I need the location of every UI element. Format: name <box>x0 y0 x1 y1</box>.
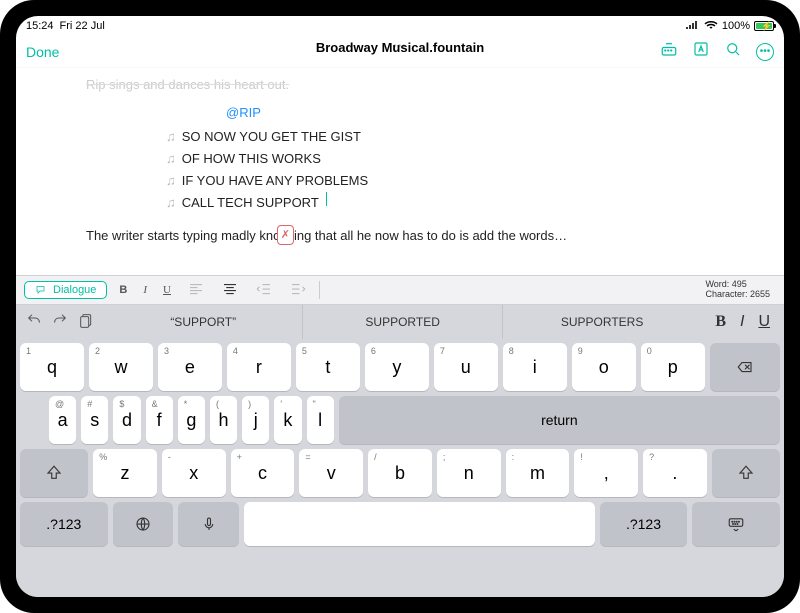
status-bar: 15:24 Fri 22 Jul 100% ⚡ <box>16 16 784 36</box>
align-left-button[interactable] <box>183 280 209 301</box>
key-.[interactable]: ?. <box>643 449 707 497</box>
onscreen-keyboard: 1q2w3e4r5t6y7u8i9o0p @a#s$d&f*g(h)j'k"l … <box>16 339 784 597</box>
kbd-italic-button[interactable]: I <box>740 313 744 331</box>
suggestion-2[interactable]: SUPPORTED <box>302 305 501 339</box>
text-style-icon[interactable] <box>692 40 710 63</box>
key-p[interactable]: 0p <box>641 343 705 391</box>
return-key[interactable]: return <box>339 396 780 444</box>
kbd-bold-button[interactable]: B <box>715 313 726 331</box>
num-switch-key-right[interactable]: .?123 <box>600 502 688 546</box>
keyboard-settings-icon[interactable] <box>660 40 678 63</box>
key-v[interactable]: =v <box>299 449 363 497</box>
signal-icon <box>686 20 700 33</box>
done-button[interactable]: Done <box>26 44 59 60</box>
hide-keyboard-key[interactable] <box>692 502 780 546</box>
search-icon[interactable] <box>724 40 742 63</box>
element-type-picker[interactable]: Dialogue <box>24 281 107 299</box>
music-note-icon: ♫ <box>166 170 176 192</box>
key-,[interactable]: !, <box>574 449 638 497</box>
num-switch-key[interactable]: .?123 <box>20 502 108 546</box>
keyboard-suggestion-bar: “SUPPORT” SUPPORTED SUPPORTERS B I U <box>16 305 784 339</box>
editor-area[interactable]: Rip sings and dances his heart out. @RIP… <box>16 68 784 257</box>
shift-key-right[interactable] <box>712 449 780 497</box>
document-title: Broadway Musical.fountain <box>316 40 484 55</box>
indent-right-button[interactable] <box>285 280 311 301</box>
battery-pct: 100% <box>722 20 750 32</box>
word-count-display: Word: 495 Character: 2655 <box>705 280 776 300</box>
key-r[interactable]: 4r <box>227 343 291 391</box>
key-w[interactable]: 2w <box>89 343 153 391</box>
globe-key[interactable] <box>113 502 174 546</box>
battery-icon: ⚡ <box>754 21 774 31</box>
dictation-key[interactable] <box>178 502 239 546</box>
lyric-line[interactable]: ♫SO NOW YOU GET THE GIST <box>56 126 744 148</box>
shift-key[interactable] <box>20 449 88 497</box>
music-note-icon: ♫ <box>166 126 176 148</box>
key-i[interactable]: 8i <box>503 343 567 391</box>
spellcheck-marker-icon[interactable]: ✗ <box>277 225 294 246</box>
underline-button[interactable]: U <box>159 284 175 296</box>
wifi-icon <box>704 20 718 33</box>
lyric-line[interactable]: ♫CALL TECH SUPPORT <box>56 192 744 214</box>
key-o[interactable]: 9o <box>572 343 636 391</box>
key-h[interactable]: (h <box>210 396 237 444</box>
key-m[interactable]: :m <box>506 449 570 497</box>
faded-action-line: Rip sings and dances his heart out. <box>56 74 744 96</box>
key-l[interactable]: "l <box>307 396 334 444</box>
key-b[interactable]: /b <box>368 449 432 497</box>
music-note-icon: ♫ <box>166 192 176 214</box>
key-n[interactable]: ;n <box>437 449 501 497</box>
date: Fri 22 Jul <box>60 20 105 32</box>
lyric-line[interactable]: ♫IF YOU HAVE ANY PROBLEMS <box>56 170 744 192</box>
key-d[interactable]: $d <box>113 396 140 444</box>
key-c[interactable]: +c <box>231 449 295 497</box>
key-t[interactable]: 5t <box>296 343 360 391</box>
format-toolbar: Dialogue B I U Word: 495 Character: 2655 <box>16 275 784 305</box>
key-z[interactable]: %z <box>93 449 157 497</box>
bold-button[interactable]: B <box>115 284 131 296</box>
text-cursor <box>326 192 327 206</box>
app-toolbar: Done Broadway Musical.fountain ••• <box>16 36 784 68</box>
redo-button[interactable] <box>52 312 68 333</box>
clock: 15:24 <box>26 20 54 32</box>
clipboard-button[interactable] <box>78 312 94 333</box>
key-x[interactable]: -x <box>162 449 226 497</box>
align-center-button[interactable] <box>217 280 243 301</box>
backspace-key[interactable] <box>710 343 780 391</box>
music-note-icon: ♫ <box>166 148 176 170</box>
key-q[interactable]: 1q <box>20 343 84 391</box>
more-menu-icon[interactable]: ••• <box>756 43 774 61</box>
action-line[interactable]: The writer starts typing madly know✗ing … <box>56 225 744 248</box>
key-e[interactable]: 3e <box>158 343 222 391</box>
undo-button[interactable] <box>26 312 42 333</box>
indent-left-button[interactable] <box>251 280 277 301</box>
key-a[interactable]: @a <box>49 396 76 444</box>
key-f[interactable]: &f <box>146 396 173 444</box>
key-j[interactable]: )j <box>242 396 269 444</box>
key-k[interactable]: 'k <box>274 396 301 444</box>
key-s[interactable]: #s <box>81 396 108 444</box>
suggestion-3[interactable]: SUPPORTERS <box>502 305 701 339</box>
suggestion-1[interactable]: “SUPPORT” <box>104 305 302 339</box>
key-y[interactable]: 6y <box>365 343 429 391</box>
key-g[interactable]: *g <box>178 396 205 444</box>
key-u[interactable]: 7u <box>434 343 498 391</box>
kbd-underline-button[interactable]: U <box>758 313 770 331</box>
space-key[interactable] <box>244 502 595 546</box>
italic-button[interactable]: I <box>139 284 151 296</box>
character-cue[interactable]: @RIP <box>56 102 744 124</box>
lyric-line[interactable]: ♫OF HOW THIS WORKS <box>56 148 744 170</box>
divider <box>319 281 320 299</box>
